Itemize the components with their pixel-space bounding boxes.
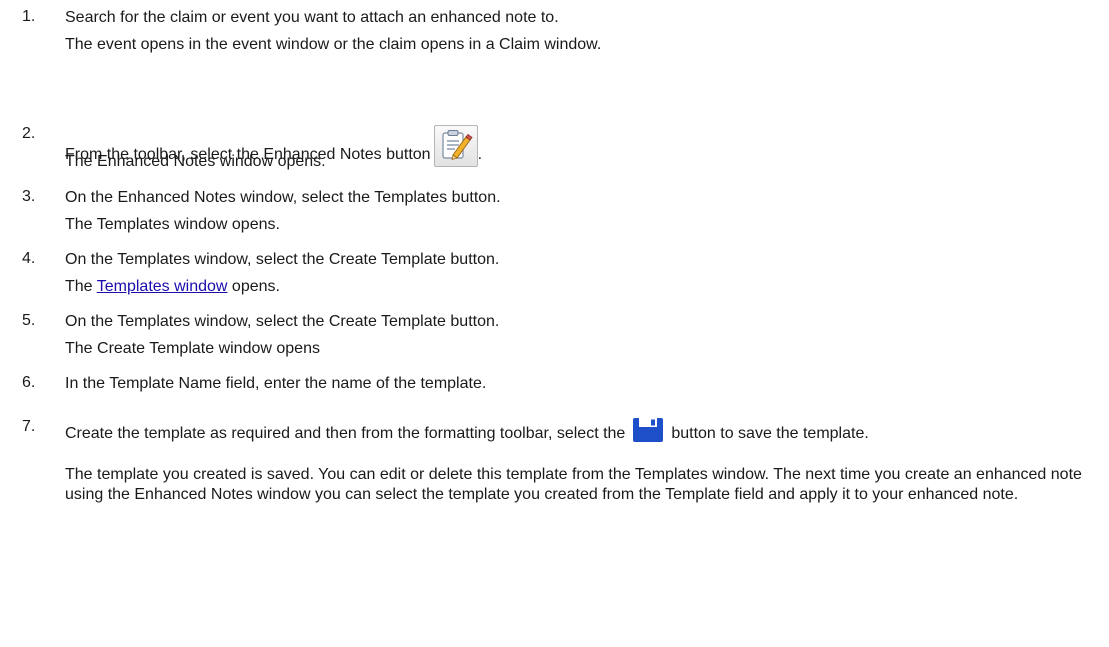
step-instruction: On the Templates window, select the Crea…	[65, 251, 500, 268]
step-result: The Create Template window opens	[65, 340, 320, 357]
step-instruction: Search for the claim or event you want t…	[65, 9, 559, 26]
step-number: 7.	[22, 418, 36, 435]
step-result: The event opens in the event window or t…	[65, 36, 602, 53]
step-result: The Enhanced Notes window opens.	[65, 153, 326, 170]
step-number: 5.	[22, 312, 36, 329]
step-instruction-text-end: button to save the template.	[671, 425, 869, 442]
step-instruction: In the Template Name field, enter the na…	[65, 375, 487, 392]
step-instruction: On the Enhanced Notes window, select the…	[65, 189, 501, 206]
step-number: 3.	[22, 188, 36, 205]
step-instruction-text-end: .	[477, 146, 483, 163]
step-number: 2.	[22, 125, 36, 142]
step-result: The Templates window opens.	[65, 216, 280, 233]
step-instruction: On the Templates window, select the Crea…	[65, 313, 500, 330]
enhanced-notes-icon	[433, 125, 478, 167]
step-instruction: Create the template as required and then…	[65, 418, 1095, 448]
floppy-disk-icon	[633, 418, 664, 448]
templates-window-link[interactable]: Templates window	[97, 278, 228, 295]
step-number: 1.	[22, 8, 36, 25]
step-result-text: The	[65, 278, 97, 295]
step-result: The template you created is saved. You c…	[65, 466, 1082, 503]
step-number: 6.	[22, 374, 36, 391]
step-instruction-text: Create the template as required and then…	[65, 425, 626, 442]
step-result-text-end: opens.	[227, 278, 280, 295]
step-result: The Templates window opens.	[65, 277, 280, 297]
step-number: 4.	[22, 250, 36, 267]
